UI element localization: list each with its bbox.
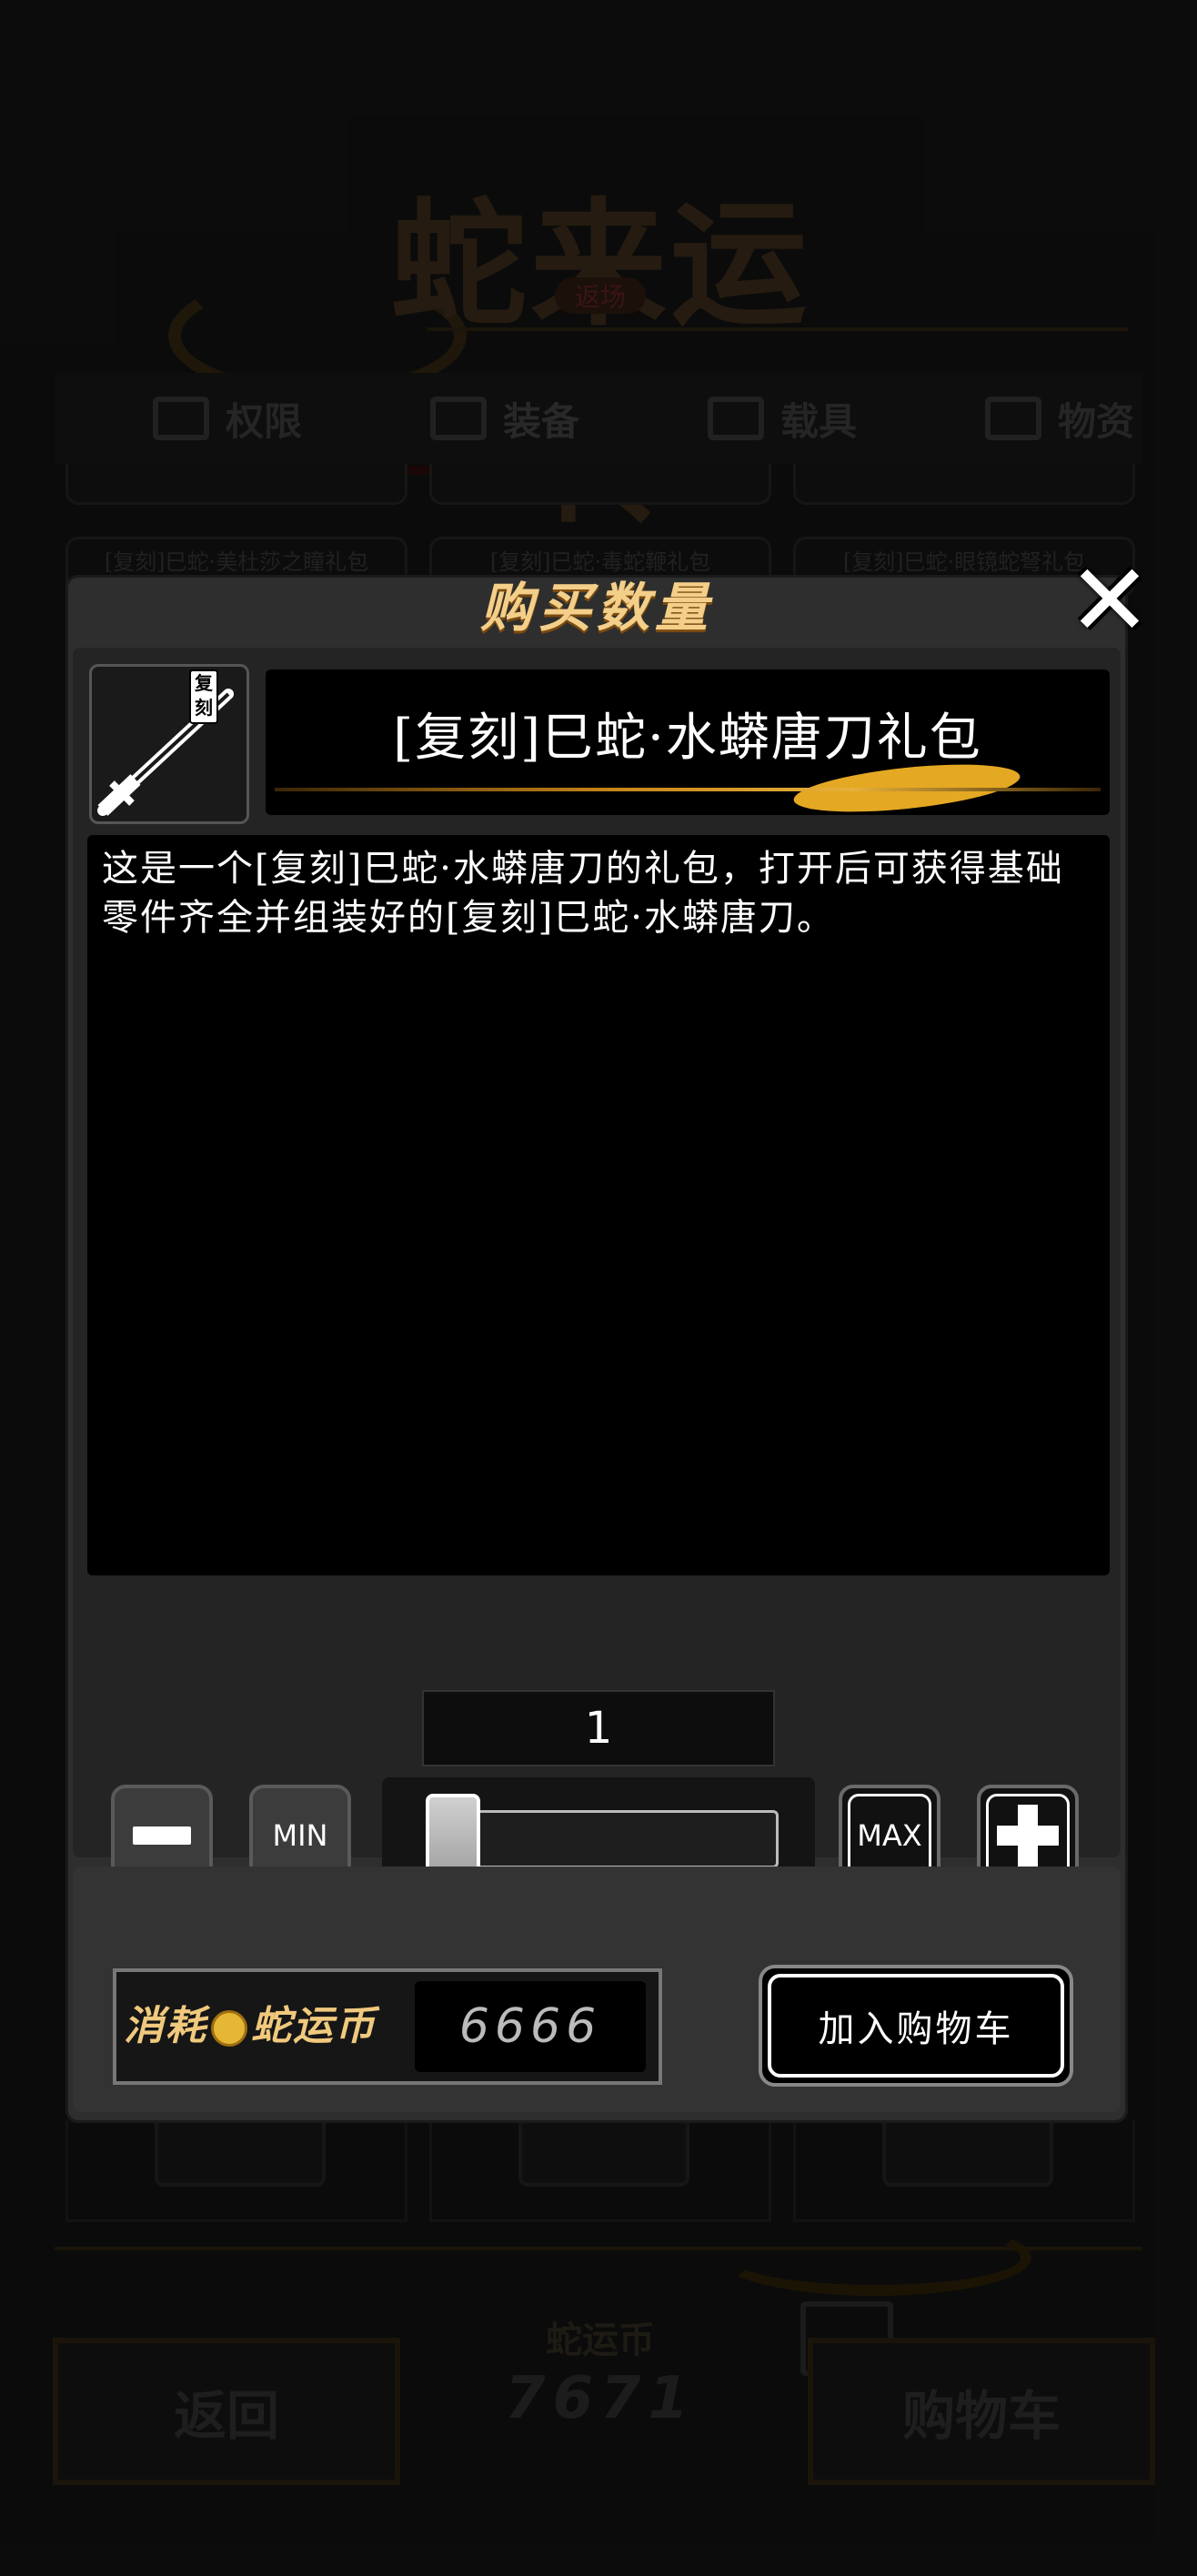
plus-icon <box>986 1794 1070 1877</box>
quantity-display: 1 <box>422 1690 775 1766</box>
cost-prefix: 消耗 <box>124 2003 207 2049</box>
dialog-title: 购买数量 <box>479 577 713 639</box>
cost-display: 消耗 蛇运币 6666 <box>113 1968 662 2085</box>
cost-currency: 蛇运币 <box>251 2003 377 2049</box>
reissue-badge: 复刻 <box>189 669 218 724</box>
add-to-cart-label: 加入购物车 <box>768 1974 1064 2078</box>
cost-value-box: 6666 <box>415 1981 646 2072</box>
max-label: MAX <box>857 1818 922 1853</box>
item-name-box: [复刻]巳蛇·水蟒唐刀礼包 <box>266 669 1110 815</box>
gold-underline <box>275 788 1101 791</box>
cost-value: 6666 <box>458 1999 602 2054</box>
item-name: [复刻]巳蛇·水蟒唐刀礼包 <box>393 709 982 768</box>
purchase-dialog: 购买数量 复刻 [复刻]巳蛇·水蟒唐刀礼包 这是一个[复刻]巳蛇·水蟒唐刀的礼包… <box>65 575 1128 2123</box>
min-label: MIN <box>272 1818 328 1853</box>
quantity-value: 1 <box>584 1703 613 1754</box>
description-box: 这是一个[复刻]巳蛇·水蟒唐刀的礼包，打开后可获得基础零件齐全并组装好的[复刻]… <box>87 835 1110 1575</box>
item-description: 这是一个[复刻]巳蛇·水蟒唐刀的礼包，打开后可获得基础零件齐全并组装好的[复刻]… <box>102 848 1064 939</box>
cost-label: 消耗 蛇运币 <box>124 1972 377 2081</box>
item-icon <box>89 664 249 824</box>
coin-icon <box>211 2010 247 2047</box>
add-to-cart-button[interactable]: 加入购物车 <box>759 1965 1073 2087</box>
max-button-frame: MAX <box>848 1794 931 1877</box>
close-icon[interactable]: ✕ <box>1064 550 1155 650</box>
minus-icon <box>133 1826 191 1845</box>
katana-icon <box>97 689 234 816</box>
plus-horizontal <box>997 1826 1059 1846</box>
